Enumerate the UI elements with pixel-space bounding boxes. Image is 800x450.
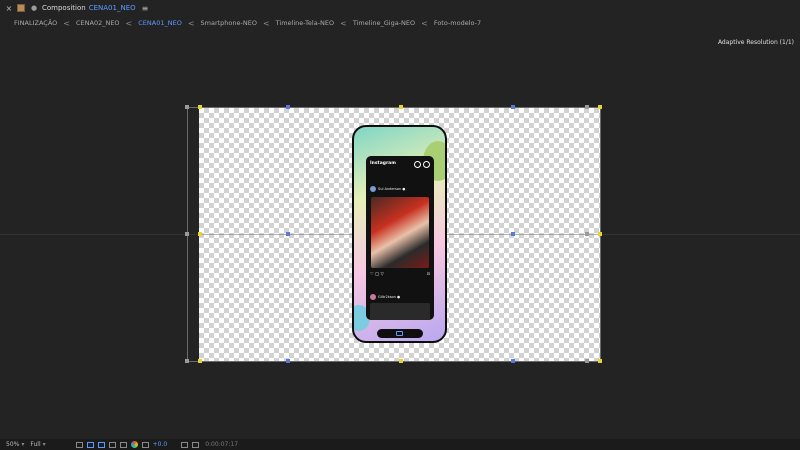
tab-smartphone[interactable]: Smartphone-NEO bbox=[197, 19, 261, 27]
exposure-value[interactable]: +0.0 bbox=[153, 441, 168, 448]
chevron-down-icon[interactable]: ▾ bbox=[21, 441, 24, 448]
transform-handle[interactable] bbox=[598, 232, 602, 236]
app-header-icons bbox=[414, 161, 430, 168]
app-logo: Instagram bbox=[370, 161, 396, 166]
phone-screen: Instagram Sul Anderson ● ♡ ◯ ▽ ⊡ Giltr2k… bbox=[366, 156, 434, 320]
transform-handle[interactable] bbox=[286, 232, 290, 236]
chevron-left-icon: < bbox=[262, 18, 270, 28]
fast-previews-icon[interactable] bbox=[75, 441, 83, 448]
tab-timeline-tela[interactable]: Timeline-Tela-NEO bbox=[272, 19, 338, 27]
composition-navigator: FINALIZAÇÃO < CENA02_NEO < CENA01_NEO < … bbox=[0, 16, 800, 30]
transform-handle[interactable] bbox=[286, 359, 290, 363]
camera-icon[interactable] bbox=[181, 441, 189, 448]
avatar bbox=[370, 294, 376, 300]
adaptive-resolution-label: Adaptive Resolution (1/1) bbox=[717, 39, 794, 46]
composition-name[interactable]: CENA01_NEO bbox=[89, 4, 136, 12]
transform-handle[interactable] bbox=[585, 232, 589, 236]
transparency-grid-icon[interactable] bbox=[86, 441, 94, 448]
current-time[interactable]: 0:00:07:17 bbox=[205, 441, 238, 448]
transform-handle[interactable] bbox=[585, 359, 589, 363]
channel-icon[interactable] bbox=[130, 441, 138, 448]
panel-title: Composition bbox=[42, 4, 86, 12]
transform-handle[interactable] bbox=[185, 105, 189, 109]
transform-handle[interactable] bbox=[511, 359, 515, 363]
tab-finalizacao[interactable]: FINALIZAÇÃO bbox=[0, 19, 61, 27]
message-icon bbox=[423, 161, 430, 168]
post-author: Sul Anderson ● bbox=[370, 186, 405, 192]
composition-color-icon bbox=[17, 4, 25, 12]
transform-handle[interactable] bbox=[185, 232, 189, 236]
lock-icon[interactable]: ● bbox=[30, 4, 38, 12]
transform-handle[interactable] bbox=[198, 105, 202, 109]
heart-icon bbox=[414, 161, 421, 168]
settings-icon[interactable] bbox=[141, 441, 149, 448]
tab-cena02[interactable]: CENA02_NEO bbox=[72, 19, 124, 27]
close-icon[interactable]: × bbox=[4, 4, 14, 13]
composition-header: × ● Composition CENA01_NEO ≡ bbox=[0, 0, 800, 16]
bookmark-icon: ⊡ bbox=[426, 271, 430, 276]
chevron-down-icon[interactable]: ▾ bbox=[43, 441, 46, 448]
transform-handle[interactable] bbox=[198, 359, 202, 363]
show-snapshot-icon[interactable] bbox=[192, 441, 200, 448]
transform-handle[interactable] bbox=[598, 105, 602, 109]
transform-handle[interactable] bbox=[286, 105, 290, 109]
smartphone-layer[interactable]: Instagram Sul Anderson ● ♡ ◯ ▽ ⊡ Giltr2k… bbox=[352, 125, 447, 343]
chevron-left-icon: < bbox=[125, 18, 133, 28]
transform-handle[interactable] bbox=[598, 359, 602, 363]
transform-handle[interactable] bbox=[585, 105, 589, 109]
post-photo bbox=[371, 197, 429, 268]
chevron-left-icon: < bbox=[421, 18, 428, 28]
mask-visibility-icon[interactable] bbox=[97, 441, 105, 448]
home-icon bbox=[396, 331, 403, 336]
transform-handle[interactable] bbox=[185, 359, 189, 363]
tab-cena01[interactable]: CENA01_NEO bbox=[134, 19, 186, 27]
avatar bbox=[370, 186, 376, 192]
transform-handle[interactable] bbox=[511, 105, 515, 109]
chevron-left-icon: < bbox=[63, 18, 70, 28]
post-photo bbox=[370, 303, 430, 320]
magnification-select[interactable]: 50% bbox=[6, 441, 19, 448]
transform-handle[interactable] bbox=[399, 105, 403, 109]
post-author: Giltr2kson ● bbox=[370, 294, 400, 300]
post-author-name: Giltr2kson ● bbox=[378, 295, 401, 299]
post-author-name: Sul Anderson ● bbox=[378, 187, 406, 191]
grid-icon[interactable] bbox=[108, 441, 116, 448]
transform-handle[interactable] bbox=[399, 359, 403, 363]
transform-handle[interactable] bbox=[511, 232, 515, 236]
post-action-icons: ♡ ◯ ▽ bbox=[370, 271, 384, 276]
chevron-left-icon: < bbox=[187, 18, 195, 28]
viewer-toolbar: 50% ▾ Full ▾ +0.0 0:00:07:17 bbox=[0, 439, 800, 450]
panel-menu-icon[interactable]: ≡ bbox=[142, 4, 149, 13]
chevron-left-icon: < bbox=[340, 18, 347, 28]
transform-handle[interactable] bbox=[198, 232, 202, 236]
region-of-interest-icon[interactable] bbox=[119, 441, 127, 448]
tab-timeline-giga[interactable]: Timeline_Giga-NEO bbox=[349, 19, 419, 27]
resolution-select[interactable]: Full bbox=[30, 441, 40, 448]
tab-foto-modelo[interactable]: Foto-modelo-7 bbox=[430, 19, 485, 27]
